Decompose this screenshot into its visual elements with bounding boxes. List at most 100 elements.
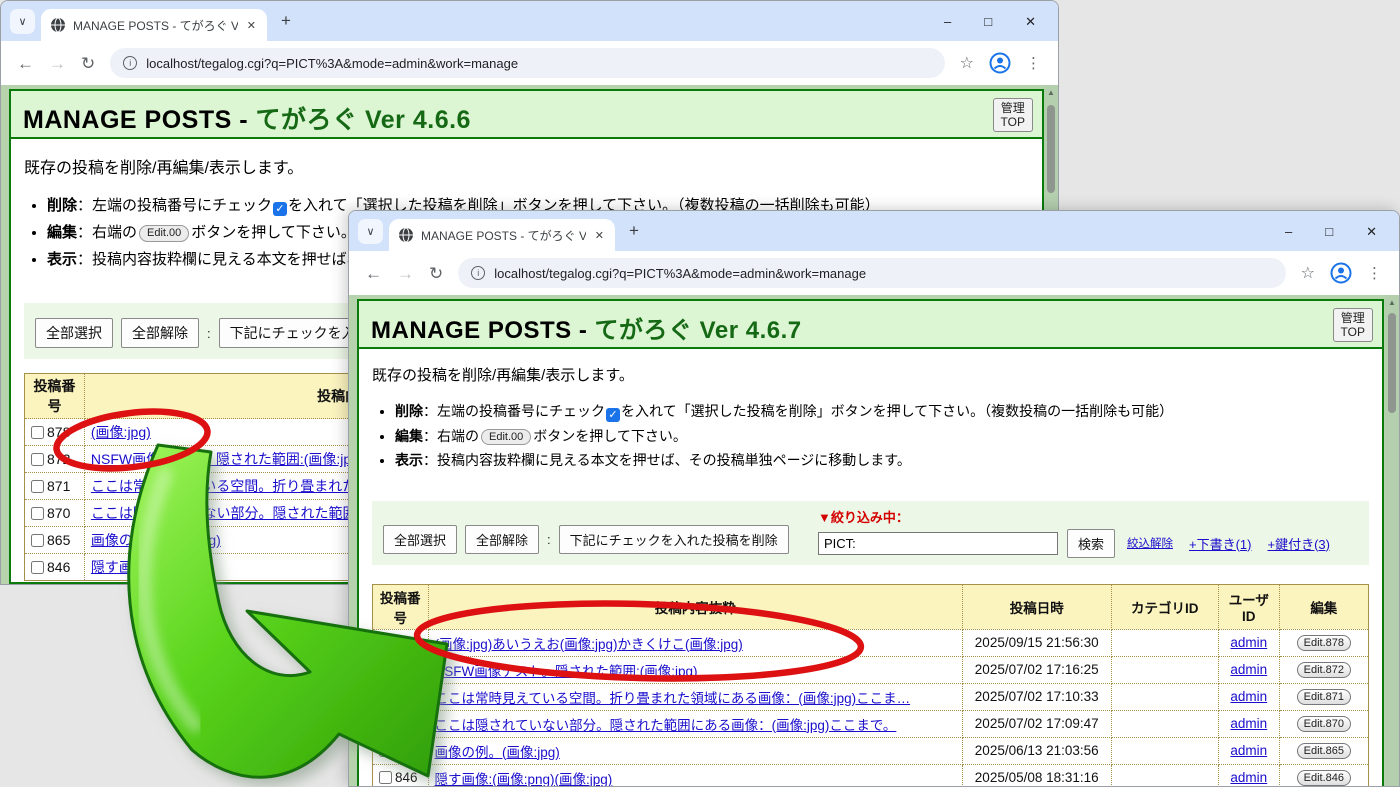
tab-close-icon[interactable]: ✕ [245,19,258,32]
edit-post-button[interactable]: Edit.846 [1297,770,1351,786]
table-row: 870 ここは隠されていない部分。隠された範囲にある画像：(画像:jpg)ここま… [373,710,1369,737]
row-checkbox[interactable] [379,771,392,784]
edit-post-button[interactable]: Edit.871 [1297,689,1351,705]
bookmark-star-icon[interactable]: ☆ [960,53,974,73]
address-bar[interactable]: i localhost/tegalog.cgi?q=PICT%3A&mode=a… [110,48,944,78]
new-tab-button[interactable]: + [629,221,639,241]
globe-favicon-icon [398,227,414,243]
close-button[interactable]: ✕ [1366,225,1377,238]
close-button[interactable]: ✕ [1025,15,1036,28]
search-button[interactable]: 検索 [1067,529,1115,558]
user-link[interactable]: admin [1230,689,1267,704]
admin-top-button[interactable]: 管理TOP [993,98,1033,132]
browser-tab[interactable]: MANAGE POSTS - てがろぐ Ver 4 ✕ [389,219,615,251]
page-info-icon[interactable]: i [123,56,137,70]
select-all-button[interactable]: 全部選択 [383,525,457,554]
page-scrollbar[interactable]: ▲ [1385,295,1399,786]
address-bar[interactable]: i localhost/tegalog.cgi?q=PICT%3A&mode=a… [458,258,1285,288]
user-link[interactable]: admin [1230,662,1267,677]
delete-checked-button[interactable]: 下記にチェックを入れた投稿を削除 [559,525,789,554]
row-checkbox[interactable] [379,636,392,649]
post-date: 2025/07/02 17:10:33 [962,683,1111,710]
edit-sample-pill: Edit.00 [139,225,189,242]
table-row: 846 隠す画像:(画像:png)(画像:jpg) 2025/05/08 18:… [373,764,1369,787]
instruction-delete: 削除：左端の投稿番号にチェック✓を入れて「選択した投稿を削除」ボタンを押して下さ… [395,399,1382,424]
clear-filter-link[interactable]: 絞込解除 [1127,535,1173,551]
maximize-button[interactable]: □ [984,15,992,28]
row-checkbox[interactable] [31,426,44,439]
post-excerpt-link[interactable]: 隠す画像:(画像:jpg) [91,559,211,575]
instruction-edit: 編集：右端のEdit.00ボタンを押して下さい。 [395,424,1382,449]
post-excerpt-link[interactable]: ここは隠されていない部分。隠された範囲にある画像：(画像:jpg)ここまで。 [435,718,897,733]
post-category [1111,629,1218,656]
edit-post-button[interactable]: Edit.870 [1297,716,1351,732]
maximize-button[interactable]: □ [1325,225,1333,238]
back-icon[interactable]: ← [365,265,382,282]
admin-top-button[interactable]: 管理TOP [1333,308,1373,342]
tab-search-button[interactable]: ∨ [358,219,383,244]
bookmark-star-icon[interactable]: ☆ [1301,263,1315,283]
user-link[interactable]: admin [1230,770,1267,785]
profile-icon[interactable] [1330,262,1352,284]
reload-icon[interactable]: ↻ [81,55,95,72]
tab-close-icon[interactable]: ✕ [593,229,606,242]
row-checkbox[interactable] [379,690,392,703]
user-link[interactable]: admin [1230,635,1267,650]
tab-strip: ∨ MANAGE POSTS - てがろぐ Ver 4 ✕ + – □ ✕ [349,211,1399,251]
row-checkbox[interactable] [379,744,392,757]
browser-menu-icon[interactable]: ⋮ [1367,264,1383,282]
browser-tab[interactable]: MANAGE POSTS - てがろぐ Ver 4 ✕ [41,9,267,41]
deselect-all-button[interactable]: 全部解除 [465,525,539,554]
row-checkbox[interactable] [31,561,44,574]
include-drafts-link[interactable]: +下書き(1) [1189,534,1251,553]
post-excerpt-link[interactable]: (画像:jpg) [91,424,151,440]
post-date: 2025/07/02 17:16:25 [962,656,1111,683]
row-checkbox[interactable] [31,480,44,493]
post-excerpt-link[interactable]: 画像の例。(画像:jpg) [435,745,560,760]
select-all-button[interactable]: 全部選択 [35,318,113,348]
chevron-down-icon: ∨ [366,225,374,238]
row-checkbox[interactable] [31,534,44,547]
post-category [1111,764,1218,787]
checked-checkbox-icon: ✓ [606,408,620,422]
deselect-all-button[interactable]: 全部解除 [121,318,199,348]
filter-keyword-input[interactable] [818,532,1058,555]
forward-icon[interactable]: → [397,265,414,282]
post-excerpt-link[interactable]: NSFW画像テスト。隠された範囲:(画像:jpg) [91,451,364,467]
scrollbar-thumb[interactable] [1047,105,1055,193]
browser-menu-icon[interactable]: ⋮ [1026,54,1042,72]
user-link[interactable]: admin [1230,743,1267,758]
row-checkbox[interactable] [31,507,44,520]
include-locked-link[interactable]: +鍵付き(3) [1268,534,1330,553]
page-body: MANAGE POSTS - てがろぐ Ver 4.6.7 管理TOP 既存の投… [349,295,1399,786]
post-excerpt-link[interactable]: NSFW画像テスト。隠された範囲:(画像:jpg) [435,664,698,679]
minimize-button[interactable]: – [944,15,951,28]
tab-title: MANAGE POSTS - てがろぐ Ver 4 [421,227,586,244]
post-date: 2025/05/08 18:31:16 [962,764,1111,787]
chevron-down-icon: ∨ [18,15,26,28]
edit-post-button[interactable]: Edit.878 [1297,635,1351,651]
back-icon[interactable]: ← [17,55,34,72]
post-excerpt-link[interactable]: ここは常時見えている空間。折り畳まれた領域にある画像：(画像:jpg)ここま… [435,691,911,706]
toolbar: ← → ↻ i localhost/tegalog.cgi?q=PICT%3A&… [349,251,1399,295]
row-checkbox[interactable] [379,663,392,676]
scrollbar-thumb[interactable] [1388,313,1396,413]
row-checkbox[interactable] [379,717,392,730]
scrollbar-up-icon[interactable]: ▲ [1044,88,1058,97]
col-post-number: 投稿番号 [373,584,429,629]
post-excerpt-link[interactable]: (画像:jpg)あいうえお(画像:jpg)かきくけこ(画像:jpg) [435,637,743,652]
profile-icon[interactable] [989,52,1011,74]
post-excerpt-link[interactable]: 画像の例。(画像:jpg) [91,532,221,548]
reload-icon[interactable]: ↻ [429,265,443,282]
user-link[interactable]: admin [1230,716,1267,731]
tab-search-button[interactable]: ∨ [10,9,35,34]
new-tab-button[interactable]: + [281,11,291,31]
page-info-icon[interactable]: i [471,266,485,280]
minimize-button[interactable]: – [1285,225,1292,238]
edit-post-button[interactable]: Edit.865 [1297,743,1351,759]
post-excerpt-link[interactable]: 隠す画像:(画像:png)(画像:jpg) [435,772,613,787]
edit-post-button[interactable]: Edit.872 [1297,662,1351,678]
forward-icon[interactable]: → [49,55,66,72]
scrollbar-up-icon[interactable]: ▲ [1385,298,1399,307]
row-checkbox[interactable] [31,453,44,466]
